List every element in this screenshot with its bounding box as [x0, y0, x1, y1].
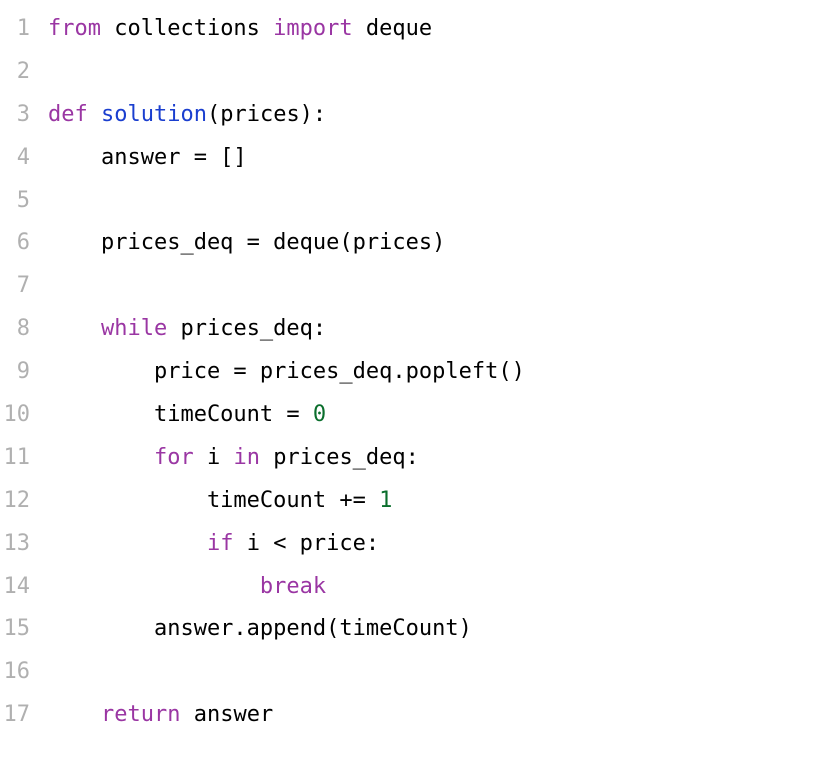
- line-number-gutter: 1234567891011121314151617: [0, 8, 48, 737]
- code-token: timeCount =: [48, 402, 313, 427]
- code-token: collections: [101, 16, 273, 41]
- line-number: 14: [0, 566, 30, 609]
- line-number: 16: [0, 651, 30, 694]
- code-token: [48, 316, 101, 341]
- code-line: answer = []: [48, 137, 816, 180]
- line-number: 5: [0, 180, 30, 223]
- line-number: 9: [0, 351, 30, 394]
- code-line: return answer: [48, 694, 816, 737]
- line-number: 12: [0, 480, 30, 523]
- code-token: solution: [101, 102, 207, 127]
- code-token: [88, 102, 101, 127]
- code-token: import: [273, 16, 352, 41]
- line-number: 17: [0, 694, 30, 737]
- code-token: 1: [379, 488, 392, 513]
- code-line: [48, 180, 816, 223]
- code-line: break: [48, 566, 816, 609]
- code-token: answer.append(timeCount): [48, 616, 472, 641]
- code-token: for: [154, 445, 194, 470]
- line-number: 11: [0, 437, 30, 480]
- line-number: 6: [0, 222, 30, 265]
- code-line: [48, 265, 816, 308]
- line-number: 13: [0, 523, 30, 566]
- code-line: [48, 51, 816, 94]
- line-number: 2: [0, 51, 30, 94]
- code-line: def solution(prices):: [48, 94, 816, 137]
- code-token: (prices):: [207, 102, 326, 127]
- code-token: def: [48, 102, 88, 127]
- code-token: [48, 445, 154, 470]
- code-token: deque: [353, 16, 432, 41]
- code-token: prices_deq:: [260, 445, 419, 470]
- code-token: return: [101, 702, 180, 727]
- code-token: 0: [313, 402, 326, 427]
- code-line: prices_deq = deque(prices): [48, 222, 816, 265]
- line-number: 15: [0, 608, 30, 651]
- code-line: answer.append(timeCount): [48, 608, 816, 651]
- code-token: answer: [180, 702, 273, 727]
- code-token: i: [194, 445, 234, 470]
- code-line: [48, 651, 816, 694]
- code-token: break: [260, 574, 326, 599]
- code-token: timeCount +=: [48, 488, 379, 513]
- code-token: [48, 531, 207, 556]
- code-token: [48, 702, 101, 727]
- code-line: timeCount = 0: [48, 394, 816, 437]
- line-number: 3: [0, 94, 30, 137]
- code-line: while prices_deq:: [48, 308, 816, 351]
- code-token: prices_deq:: [167, 316, 326, 341]
- code-block: 1234567891011121314151617 from collectio…: [0, 8, 816, 737]
- code-line: from collections import deque: [48, 8, 816, 51]
- line-number: 7: [0, 265, 30, 308]
- code-line: price = prices_deq.popleft(): [48, 351, 816, 394]
- line-number: 1: [0, 8, 30, 51]
- code-token: if: [207, 531, 234, 556]
- line-number: 8: [0, 308, 30, 351]
- code-line: if i < price:: [48, 523, 816, 566]
- code-token: price = prices_deq.popleft(): [48, 359, 525, 384]
- code-token: in: [233, 445, 260, 470]
- code-token: while: [101, 316, 167, 341]
- line-number: 4: [0, 137, 30, 180]
- code-content: from collections import deque def soluti…: [48, 8, 816, 737]
- code-token: [48, 574, 260, 599]
- code-line: for i in prices_deq:: [48, 437, 816, 480]
- code-token: answer = []: [48, 145, 247, 170]
- code-line: timeCount += 1: [48, 480, 816, 523]
- code-token: i < price:: [233, 531, 379, 556]
- code-token: prices_deq = deque(prices): [48, 230, 445, 255]
- code-token: from: [48, 16, 101, 41]
- line-number: 10: [0, 394, 30, 437]
